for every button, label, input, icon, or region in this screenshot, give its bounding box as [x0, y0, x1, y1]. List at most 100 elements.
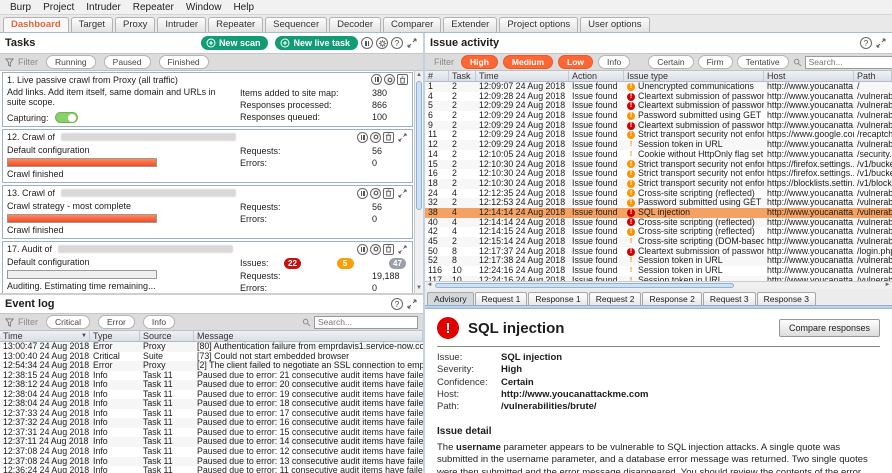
event-log-row[interactable]: 12:36:24 24 Aug 2018 Info Task 11 Paused… [0, 466, 423, 473]
main-tab[interactable]: Intruder [157, 17, 206, 32]
pause-task-icon[interactable] [357, 132, 368, 143]
gear-icon[interactable] [370, 132, 381, 143]
column-header-time[interactable]: Time ▼ [0, 331, 90, 341]
column-header-task[interactable]: Task [449, 71, 476, 81]
issue-row[interactable]: 1 2 12:09:07 24 Aug 2018 Issue found ! U… [425, 82, 892, 92]
task-card[interactable]: 1. Live passive crawl from Proxy (all tr… [2, 72, 413, 127]
issue-row[interactable]: 32 2 12:12:53 24 Aug 2018 Issue found ! … [425, 198, 892, 208]
message-tab[interactable]: Response 2 [642, 292, 701, 305]
help-icon[interactable]: ? [391, 298, 403, 310]
issue-row[interactable]: 12 2 12:09:29 24 Aug 2018 Issue found ! … [425, 140, 892, 150]
task-filter-pill[interactable]: Paused [104, 55, 151, 69]
scrollbar-thumb[interactable] [416, 81, 422, 210]
column-header-type[interactable]: Type [90, 331, 140, 341]
main-tab[interactable]: Comparer [383, 17, 441, 32]
compare-responses-button[interactable]: Compare responses [779, 319, 880, 337]
pause-task-icon[interactable] [371, 74, 382, 85]
expand-task-icon[interactable] [396, 243, 408, 255]
issue-row[interactable]: 5 2 12:09:29 24 Aug 2018 Issue found ! C… [425, 101, 892, 111]
gear-icon[interactable] [370, 244, 381, 255]
issue-row[interactable]: 116 10 12:24:16 24 Aug 2018 Issue found … [425, 266, 892, 276]
issue-row[interactable]: 16 2 12:10:30 24 Aug 2018 Issue found ! … [425, 169, 892, 179]
severity-filter-pill[interactable]: Info [598, 55, 630, 69]
gear-icon[interactable] [370, 188, 381, 199]
task-card[interactable]: 17. Audit of Default configuration [2, 241, 413, 293]
issue-row[interactable]: 38 4 12:14:14 24 Aug 2018 Issue found ! … [425, 208, 892, 218]
column-header-issue-type[interactable]: Issue type [624, 71, 764, 81]
severity-filter-pill[interactable]: Medium [503, 55, 553, 69]
help-icon[interactable]: ? [860, 37, 872, 49]
issue-row[interactable]: 6 2 12:09:29 24 Aug 2018 Issue found ! P… [425, 111, 892, 121]
main-tab[interactable]: Repeater [208, 17, 263, 32]
issue-row[interactable]: 52 8 12:17:38 24 Aug 2018 Issue found ! … [425, 256, 892, 266]
gear-icon[interactable] [376, 37, 388, 49]
main-tab[interactable]: Sequencer [265, 17, 327, 32]
expand-task-icon[interactable] [396, 131, 408, 143]
menu-item[interactable]: Burp [4, 2, 37, 13]
message-tab[interactable]: Request 1 [475, 292, 528, 305]
scroll-right-icon[interactable]: ► [883, 282, 892, 289]
task-card[interactable]: 13. Crawl of Crawl strategy - most compl… [2, 185, 413, 239]
menu-item[interactable]: Intruder [80, 2, 126, 13]
event-log-row[interactable]: 12:37:33 24 Aug 2018 Info Task 11 Paused… [0, 409, 423, 419]
main-tab[interactable]: Proxy [115, 17, 155, 32]
message-tab[interactable]: Response 1 [528, 292, 587, 305]
severity-filter-pill[interactable]: High [461, 55, 498, 69]
event-filter-pill[interactable]: Info [143, 315, 175, 329]
confidence-filter-pill[interactable]: Certain [648, 55, 693, 69]
issue-row[interactable]: 4 2 12:09:28 24 Aug 2018 Issue found ! C… [425, 92, 892, 102]
event-log-row[interactable]: 12:38:12 24 Aug 2018 Info Task 11 Paused… [0, 380, 423, 390]
pause-task-icon[interactable] [357, 188, 368, 199]
task-filter-pill[interactable]: Finished [159, 55, 209, 69]
event-log-search-input[interactable] [314, 316, 418, 329]
main-tab[interactable]: Extender [443, 17, 497, 32]
main-tab[interactable]: Decoder [329, 17, 381, 32]
trash-icon[interactable] [397, 74, 408, 85]
issue-row[interactable]: 18 2 12:10:30 24 Aug 2018 Issue found ! … [425, 179, 892, 189]
event-log-row[interactable]: 12:37:08 24 Aug 2018 Info Task 11 Paused… [0, 447, 423, 457]
event-log-row[interactable]: 12:37:11 24 Aug 2018 Info Task 11 Paused… [0, 437, 423, 447]
issue-row[interactable]: 40 4 12:14:14 24 Aug 2018 Issue found ! … [425, 218, 892, 228]
trash-icon[interactable] [383, 188, 394, 199]
menu-item[interactable]: Repeater [127, 2, 180, 13]
new-live-task-button[interactable]: New live task [275, 36, 358, 50]
main-tab[interactable]: Project options [499, 17, 578, 32]
message-tab[interactable]: Response 3 [757, 292, 816, 305]
issue-row[interactable]: 42 4 12:14:15 24 Aug 2018 Issue found ! … [425, 227, 892, 237]
column-header-source[interactable]: Source [140, 331, 194, 341]
help-icon[interactable]: ? [391, 37, 403, 49]
column-header-number[interactable]: # [425, 71, 449, 81]
message-tab[interactable]: Request 3 [703, 292, 756, 305]
event-filter-pill[interactable]: Error [98, 315, 135, 329]
scroll-up-icon[interactable]: ▲ [415, 71, 423, 80]
confidence-filter-pill[interactable]: Firm [698, 55, 733, 69]
event-log-row[interactable]: 12:54:34 24 Aug 2018 Error Proxy [2] The… [0, 361, 423, 371]
expand-panel-icon[interactable] [875, 37, 887, 49]
menu-item[interactable]: Window [180, 2, 228, 13]
event-log-row[interactable]: 13:00:40 24 Aug 2018 Critical Suite [73]… [0, 352, 423, 362]
event-log-row[interactable]: 12:38:04 24 Aug 2018 Info Task 11 Paused… [0, 399, 423, 409]
issue-row[interactable]: 24 4 12:12:35 24 Aug 2018 Issue found ! … [425, 189, 892, 199]
issue-search-input[interactable] [805, 56, 892, 69]
message-tab[interactable]: Request 2 [589, 292, 642, 305]
issue-row[interactable]: 15 2 12:10:30 24 Aug 2018 Issue found ! … [425, 160, 892, 170]
issue-row[interactable]: 11 2 12:09:29 24 Aug 2018 Issue found ! … [425, 130, 892, 140]
main-tab[interactable]: Target [71, 17, 113, 32]
scroll-down-icon[interactable]: ▼ [415, 284, 423, 293]
issue-row[interactable]: 45 2 12:15:14 24 Aug 2018 Issue found ! … [425, 237, 892, 247]
severity-filter-pill[interactable]: Low [558, 55, 593, 69]
event-log-row[interactable]: 13:00:47 24 Aug 2018 Error Proxy [80] Au… [0, 342, 423, 352]
trash-icon[interactable] [383, 132, 394, 143]
task-filter-pill[interactable]: Running [46, 55, 96, 69]
column-header-message[interactable]: Message [194, 331, 423, 341]
expand-panel-icon[interactable] [406, 37, 418, 49]
menu-item[interactable]: Project [37, 2, 80, 13]
task-card[interactable]: 12. Crawl of Default configuration [2, 129, 413, 183]
issue-row[interactable]: 9 2 12:09:29 24 Aug 2018 Issue found ! C… [425, 121, 892, 131]
trash-icon[interactable] [383, 244, 394, 255]
main-tab[interactable]: Dashboard [3, 17, 69, 32]
issue-row[interactable]: 14 2 12:10:05 24 Aug 2018 Issue found ! … [425, 150, 892, 160]
column-header-host[interactable]: Host [764, 71, 854, 81]
column-header-time[interactable]: Time [476, 71, 569, 81]
column-header-path[interactable]: Path [854, 71, 892, 81]
